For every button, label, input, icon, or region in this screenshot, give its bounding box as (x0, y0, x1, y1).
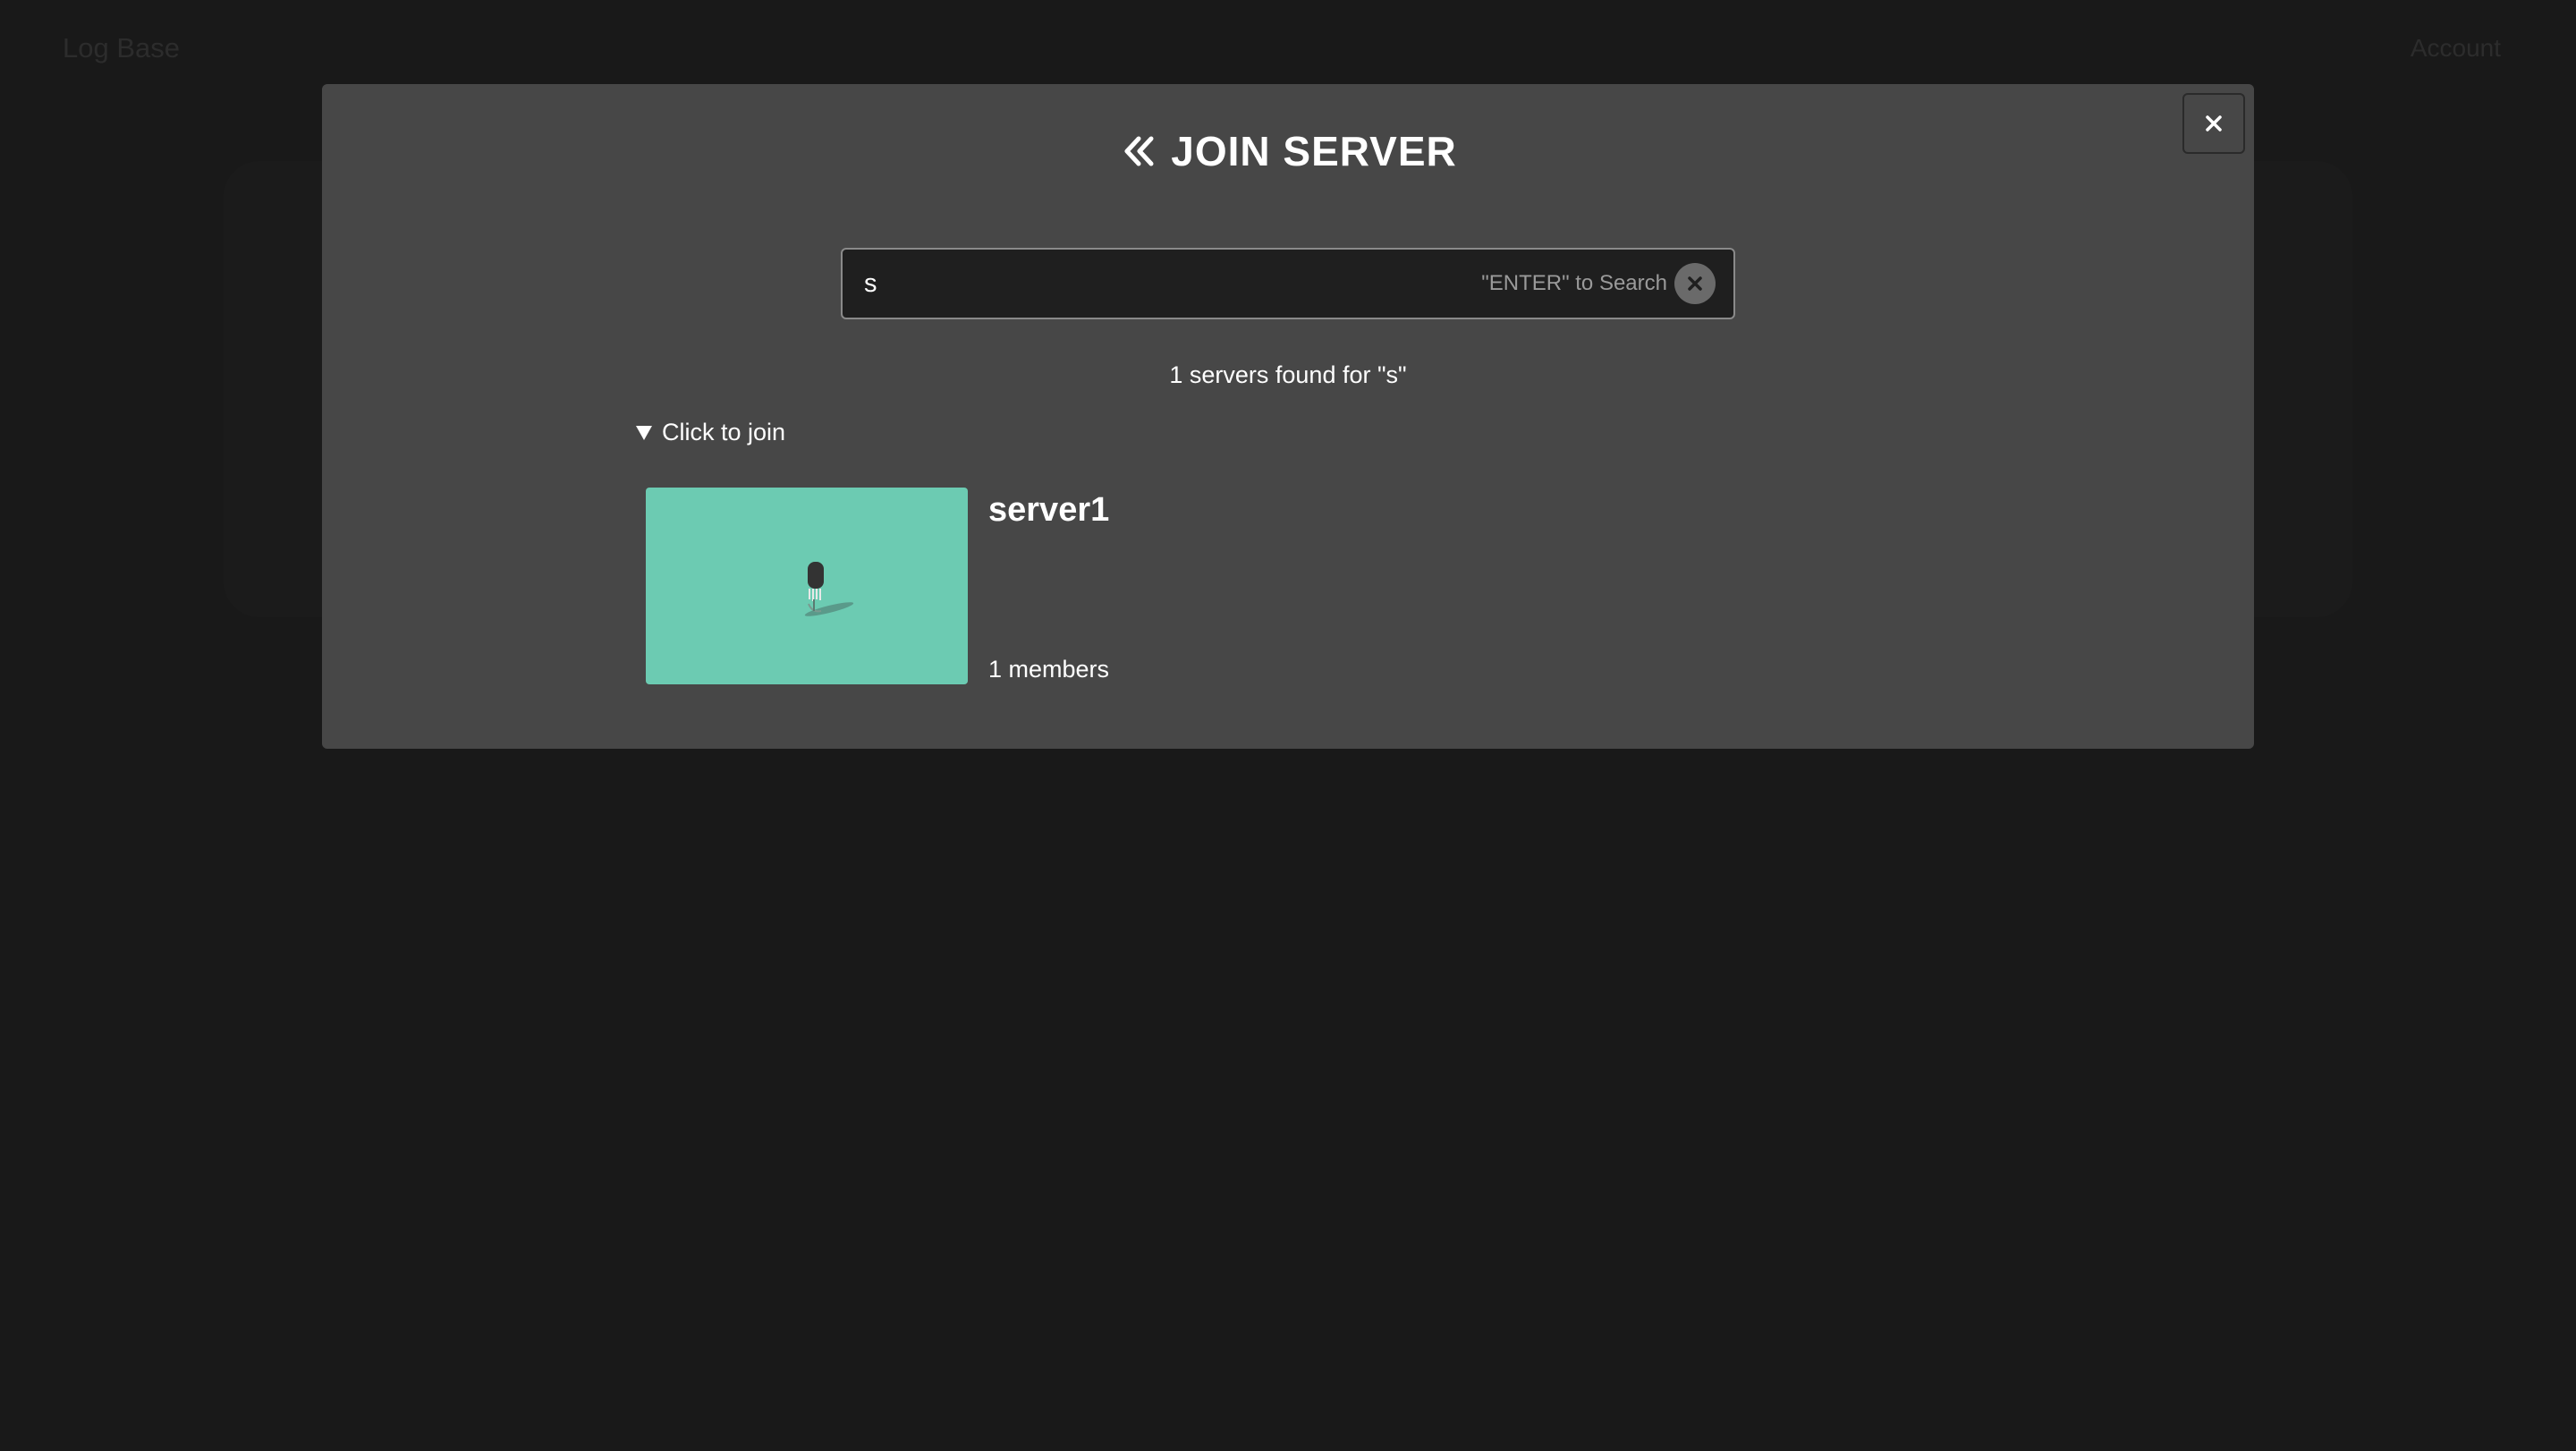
modal-header: JOIN SERVER (322, 127, 2254, 175)
chevrons-left-icon[interactable] (1119, 132, 1158, 171)
server-image-icon (804, 562, 854, 616)
triangle-down-icon (636, 425, 652, 440)
server-name: server1 (988, 491, 1110, 529)
search-input[interactable] (864, 250, 1472, 318)
join-server-modal: JOIN SERVER "ENTER" to Search 1 servers … (322, 84, 2254, 749)
server-card[interactable]: server1 1 members (646, 488, 1182, 686)
results-count: 1 servers found for "s" (1169, 361, 1407, 388)
clear-circle-icon (1688, 276, 1702, 291)
search-hint: "ENTER" to Search (1481, 271, 1667, 295)
join-toggle-label: Click to join (662, 419, 786, 445)
server-members: 1 members (988, 656, 1110, 683)
app-root: Log Base Account JOIN SERVER "ENTER" to … (0, 0, 2576, 1451)
server-thumbnail (646, 488, 968, 684)
click-to-join-toggle[interactable]: Click to join (635, 419, 785, 446)
modal-title: JOIN SERVER (1171, 128, 1457, 174)
clear-search-button[interactable] (1674, 263, 1716, 304)
search-box: "ENTER" to Search (841, 248, 1735, 319)
